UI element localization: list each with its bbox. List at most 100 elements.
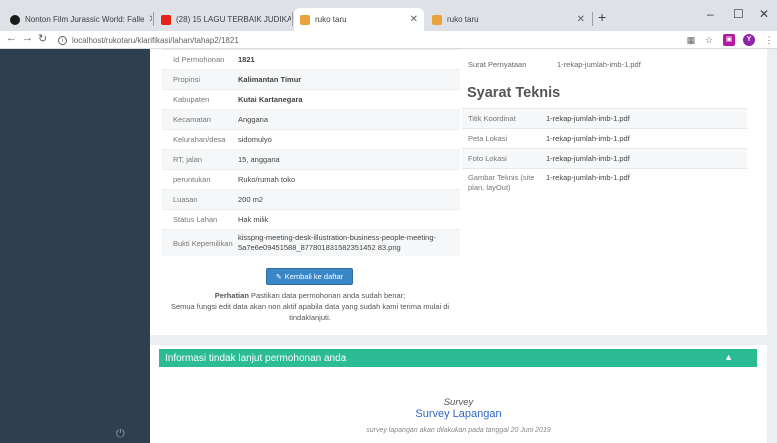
detail-row: Luasan 200 m2 [162, 189, 460, 209]
detail-row: peruntukan Ruko/rumah toko [162, 169, 460, 189]
detail-row: Propinsi Kalimantan Timur [162, 69, 460, 89]
back-arrow-icon[interactable]: ← [6, 32, 17, 44]
detail-label: Kabupaten [173, 95, 210, 104]
detail-value: Anggana [238, 114, 269, 124]
survey-label: Survey [443, 397, 474, 408]
site-favicon-icon [432, 14, 442, 25]
tab-close-icon[interactable]: ✕ [406, 14, 418, 25]
site-favicon-icon [300, 14, 310, 25]
syarat-file-link[interactable]: 1-rekap-jumlah-imb-1.pdf [546, 134, 630, 143]
collapse-caret-icon[interactable]: ▲ [724, 352, 733, 362]
profile-avatar-icon[interactable]: Y [743, 34, 755, 46]
detail-value: sidomulyo [238, 134, 272, 144]
detail-value: Kalimantan Timur [238, 74, 302, 84]
syarat-label: Foto Lokasi [468, 153, 507, 163]
address-bar: ← → ↻ i localhost/rukotaru/klarifikasi/l… [0, 31, 777, 49]
application-detail-card: Id Permohonan 1821 Propinsi Kalimantan Timu… [150, 49, 767, 335]
syarat-label: Peta Lokasi [468, 133, 508, 143]
tab-title: ruko taru [315, 15, 347, 24]
tab-2[interactable]: (28) 15 LAGU TERBAIK JUDIKA ✕ [155, 8, 291, 31]
detail-label: peruntukan [173, 175, 211, 184]
forward-arrow-icon[interactable]: → [22, 32, 33, 44]
detail-value: Hak milik [238, 214, 269, 224]
detail-label: Kelurahan/desa [173, 135, 226, 144]
survey-title: Survey Lapangan [415, 408, 502, 420]
power-icon[interactable]: ⏻ [116, 428, 125, 441]
tab-close-icon[interactable]: ✕ [144, 14, 152, 25]
back-to-list-label: Kembali ke daftar [284, 272, 344, 281]
detail-row: RT, jalan 15, anggana [162, 149, 460, 169]
syarat-file-link[interactable]: 1-rekap-jumlah-imb-1.pdf [546, 173, 630, 182]
detail-label: Id Permohonan [173, 55, 225, 64]
detail-row: Id Permohonan 1821 [162, 49, 460, 69]
detail-value: 15, anggana [238, 154, 280, 164]
detail-label: Kecamatan [173, 115, 211, 124]
close-window-button[interactable]: ✕ [759, 7, 769, 21]
detail-value: kisspng-meeting-desk-illustration-busine… [238, 233, 437, 252]
reload-icon[interactable]: ↻ [38, 32, 47, 45]
youtube-icon [161, 14, 171, 25]
documents-panel: Surat Pernyataan 1-rekap-jumlah-imb-1.pd… [462, 49, 750, 202]
syarat-row: Peta Lokasi 1-rekap-jumlah-imb-1.pdf [462, 128, 747, 148]
detail-label: Luasan [173, 195, 198, 204]
followup-card: Informasi tindak lanjut permohonan anda … [150, 345, 767, 443]
bookmark-star-icon[interactable]: ☆ [703, 34, 715, 46]
edit-icon: ✎ [275, 273, 282, 281]
followup-title: Informasi tindak lanjut permohonan anda [165, 352, 347, 364]
tab-favicon-icon [10, 14, 20, 25]
detail-row: Kelurahan/desa sidomulyo [162, 129, 460, 149]
info-icon[interactable]: i [58, 35, 67, 45]
syarat-file-link[interactable]: 1-rekap-jumlah-imb-1.pdf [546, 154, 630, 163]
detail-value: 200 m2 [238, 194, 264, 204]
notice-line-1: Pastikan data permohonan anda sudah bena… [248, 291, 406, 300]
surat-file-link[interactable]: 1-rekap-jumlah-imb-1.pdf [557, 60, 641, 69]
tab-separator [592, 12, 593, 26]
detail-row: Kecamatan Anggana [162, 109, 460, 129]
surat-pernyataan-row: Surat Pernyataan 1-rekap-jumlah-imb-1.pd… [462, 49, 750, 69]
menu-dots-icon[interactable]: ⋮ [763, 34, 775, 46]
tab-3[interactable]: ruko taru ✕ [294, 8, 424, 31]
tab-title: Nonton Film Jurassic World: Falle [25, 15, 145, 24]
syarat-row: Foto Lokasi 1-rekap-jumlah-imb-1.pdf [462, 148, 747, 168]
url-text: localhost/rukotaru/klarifikasi/lahan/tah… [72, 35, 239, 45]
survey-description: survey lapangan akan dilakukan pada tang… [366, 427, 551, 434]
tab-title: (28) 15 LAGU TERBAIK JUDIKA [176, 15, 291, 24]
main-content: Id Permohonan 1821 Propinsi Kalimantan Timu… [150, 49, 777, 443]
detail-label: Status Lahan [173, 215, 218, 224]
syarat-teknis-heading: Syarat Teknis [467, 85, 561, 101]
tab-separator [292, 12, 293, 26]
detail-label: Bukti Kepemilikan [173, 238, 233, 248]
tab-title: ruko taru [447, 15, 479, 24]
extension-icon[interactable]: ▣ [723, 34, 735, 46]
syarat-label: Titik Koordinat [468, 113, 516, 123]
surat-label: Surat Pernyataan [468, 60, 527, 69]
detail-row: Kabupaten Kutai Kartanegara [162, 89, 460, 109]
translate-icon[interactable]: ▦ [685, 34, 697, 46]
sidebar: ⏻ [0, 49, 150, 443]
followup-header[interactable]: Informasi tindak lanjut permohonan anda … [159, 349, 757, 367]
detail-value: Ruko/rumah toko [238, 174, 296, 184]
new-tab-button[interactable]: + [598, 9, 606, 25]
browser-tab-bar: Nonton Film Jurassic World: Falle ✕ (28)… [0, 0, 777, 31]
syarat-row: Titik Koordinat 1-rekap-jumlah-imb-1.pdf [462, 108, 747, 128]
maximize-button[interactable]: ☐ [733, 7, 744, 21]
tab-separator [153, 12, 154, 26]
application-detail-table: Id Permohonan 1821 Propinsi Kalimantan Timu… [162, 49, 460, 256]
tab-close-icon[interactable]: ✕ [573, 14, 585, 25]
minimize-button[interactable]: – [707, 7, 714, 21]
notice-strong: Perhatian [214, 291, 249, 300]
syarat-teknis-table: Titik Koordinat 1-rekap-jumlah-imb-1.pdf P… [462, 108, 747, 202]
tab-1[interactable]: Nonton Film Jurassic World: Falle ✕ [4, 8, 152, 31]
syarat-row: Gambar Teknis (site plan, layOut) 1-rekap… [462, 168, 747, 202]
notice-text: Perhatian Pastikan data permohonan anda … [160, 290, 460, 323]
syarat-label: Gambar Teknis (site plan, layOut) [468, 173, 535, 192]
detail-value: Kutai Kartanegara [238, 94, 303, 104]
detail-row: Status Lahan Hak milik [162, 209, 460, 229]
detail-label: Propinsi [173, 75, 201, 84]
notice-line-2: Semua fungsi edit data akan non aktif ap… [170, 302, 450, 322]
url-field[interactable]: i localhost/rukotaru/klarifikasi/lahan/t… [58, 33, 239, 47]
detail-row: Bukti Kepemilikan kisspng-meeting-desk-il… [162, 229, 460, 256]
back-to-list-button[interactable]: ✎ Kembali ke daftar [266, 268, 353, 285]
syarat-file-link[interactable]: 1-rekap-jumlah-imb-1.pdf [546, 114, 630, 123]
tab-4[interactable]: ruko taru ✕ [426, 8, 591, 31]
